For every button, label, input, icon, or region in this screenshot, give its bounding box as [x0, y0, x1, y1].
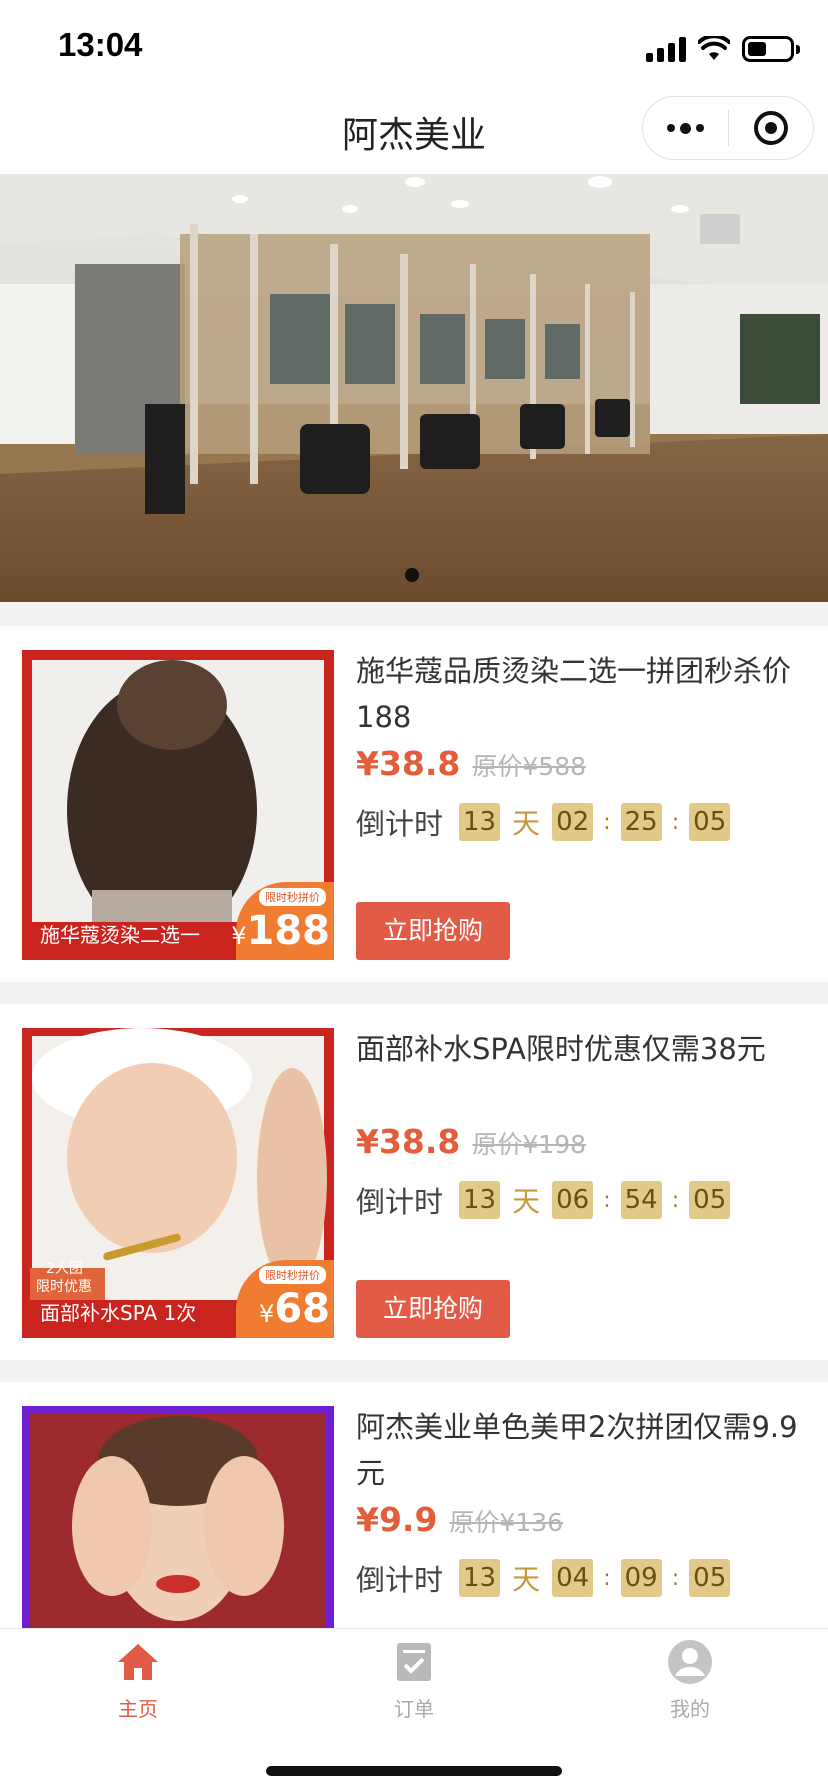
countdown-label: 倒计时 — [356, 807, 444, 841]
product-info: 施华蔻品质烫染二选一拼团秒杀价188 ¥38.8 原价¥588 倒计时 13 天… — [356, 648, 806, 848]
countdown-colon: : — [603, 1565, 611, 1591]
countdown-days: 13 — [459, 1559, 501, 1597]
wifi-icon — [698, 36, 730, 60]
tab-label: 订单 — [394, 1697, 434, 1721]
countdown-seconds: 05 — [689, 803, 731, 841]
target-icon — [753, 111, 788, 145]
original-price: 原价¥588 — [472, 752, 587, 781]
countdown-colon: : — [671, 809, 680, 835]
badge-tag: 限时秒拼价 — [259, 888, 326, 906]
countdown-colon: : — [671, 1187, 680, 1213]
countdown: 倒计时 13 天 02 : 25 : 05 — [356, 796, 806, 848]
tab-profile[interactable]: 我的 — [630, 1637, 750, 1737]
battery-icon — [742, 36, 800, 62]
badge-tag: 限时秒拼价 — [259, 1266, 326, 1284]
countdown-day-unit: 天 — [512, 1563, 541, 1596]
countdown-seconds: 05 — [689, 1181, 731, 1219]
countdown-days: 13 — [459, 803, 501, 841]
price-row: ¥9.9 原价¥136 — [356, 1500, 806, 1548]
product-card[interactable]: 施华蔻烫染二选一 限时秒拼价 ¥188 施华蔻品质烫染二选一拼团秒杀价188 ¥… — [0, 626, 828, 982]
sale-price: ¥38.8 — [356, 1122, 461, 1161]
price-row: ¥38.8 原价¥588 — [356, 744, 806, 792]
product-card[interactable]: 2人团 限时优惠 面部补水SPA 1次 限时秒拼价 ¥68 面部补水SPA限时优… — [0, 1004, 828, 1360]
original-price: 原价¥136 — [449, 1508, 564, 1537]
tab-label: 我的 — [670, 1697, 710, 1721]
product-thumbnail[interactable]: 施华蔻烫染二选一 限时秒拼价 ¥188 — [22, 650, 334, 960]
banner-carousel[interactable] — [0, 174, 828, 602]
product-info: 面部补水SPA限时优惠仅需38元 ¥38.8 原价¥198 倒计时 13 天 0… — [356, 1026, 806, 1226]
status-bar: 13:04 — [0, 0, 828, 92]
sale-price: ¥9.9 — [356, 1500, 438, 1539]
more-button[interactable] — [643, 97, 728, 159]
countdown-colon: : — [603, 1187, 611, 1213]
status-icons — [646, 32, 800, 66]
product-title[interactable]: 施华蔻品质烫染二选一拼团秒杀价188 — [356, 648, 806, 740]
countdown: 倒计时 13 天 04 : 09 : 05 — [356, 1552, 806, 1604]
order-icon — [389, 1637, 439, 1687]
product-title[interactable]: 面部补水SPA限时优惠仅需38元 — [356, 1026, 806, 1118]
thumbnail-caption: 施华蔻烫染二选一 — [40, 923, 200, 947]
countdown-hours: 06 — [552, 1181, 594, 1219]
more-dots-icon — [666, 122, 704, 134]
salon-interior-image — [0, 174, 828, 602]
countdown-days: 13 — [459, 1181, 501, 1219]
nav-bar: 阿杰美业 — [0, 92, 828, 174]
countdown-minutes: 54 — [620, 1181, 662, 1219]
countdown-label: 倒计时 — [356, 1563, 444, 1597]
tab-home[interactable]: 主页 — [78, 1637, 198, 1737]
buy-now-button[interactable]: 立即抢购 — [356, 902, 510, 960]
countdown-hours: 02 — [552, 803, 594, 841]
countdown-day-unit: 天 — [512, 807, 541, 840]
signal-icon — [646, 36, 686, 62]
price-row: ¥38.8 原价¥198 — [356, 1122, 806, 1170]
home-icon — [113, 1637, 163, 1687]
countdown-colon: : — [671, 1565, 680, 1591]
carousel-indicator — [405, 568, 419, 582]
home-indicator — [266, 1766, 562, 1776]
countdown-day-unit: 天 — [512, 1185, 541, 1218]
thumbnail-tags: 2人团 限时优惠 — [36, 1260, 92, 1296]
countdown-minutes: 09 — [620, 1559, 662, 1597]
manicure-model-image — [22, 1406, 334, 1628]
countdown-minutes: 25 — [620, 803, 662, 841]
countdown-colon: : — [603, 809, 611, 835]
limited-tag: 限时优惠 — [36, 1279, 92, 1295]
product-thumbnail[interactable]: 2人团 限时优惠 面部补水SPA 1次 限时秒拼价 ¥68 — [22, 1028, 334, 1338]
countdown: 倒计时 13 天 06 : 54 : 05 — [356, 1174, 806, 1226]
countdown-seconds: 05 — [689, 1559, 731, 1597]
buy-now-button[interactable]: 立即抢购 — [356, 1280, 510, 1338]
status-time: 13:04 — [58, 26, 143, 63]
tab-orders[interactable]: 订单 — [354, 1637, 474, 1737]
product-thumbnail[interactable] — [22, 1406, 334, 1628]
product-info: 阿杰美业单色美甲2次拼团仅需9.9元 ¥9.9 原价¥136 倒计时 13 天 … — [356, 1404, 806, 1604]
close-mini-program-button[interactable] — [729, 97, 814, 159]
group-tag: 2人团 — [46, 1261, 83, 1277]
badge-price: ¥188 — [231, 908, 330, 954]
profile-icon — [665, 1637, 715, 1687]
original-price: 原价¥198 — [472, 1130, 587, 1159]
tab-label: 主页 — [118, 1697, 158, 1721]
section-divider — [0, 602, 828, 628]
product-title[interactable]: 阿杰美业单色美甲2次拼团仅需9.9元 — [356, 1404, 806, 1496]
badge-price: ¥68 — [259, 1286, 330, 1332]
product-card[interactable]: 阿杰美业单色美甲2次拼团仅需9.9元 ¥9.9 原价¥136 倒计时 13 天 … — [0, 1382, 828, 1628]
countdown-hours: 04 — [552, 1559, 594, 1597]
mini-program-capsule — [642, 96, 814, 160]
sale-price: ¥38.8 — [356, 744, 461, 783]
thumbnail-caption: 面部补水SPA 1次 — [40, 1301, 197, 1325]
countdown-label: 倒计时 — [356, 1185, 444, 1219]
